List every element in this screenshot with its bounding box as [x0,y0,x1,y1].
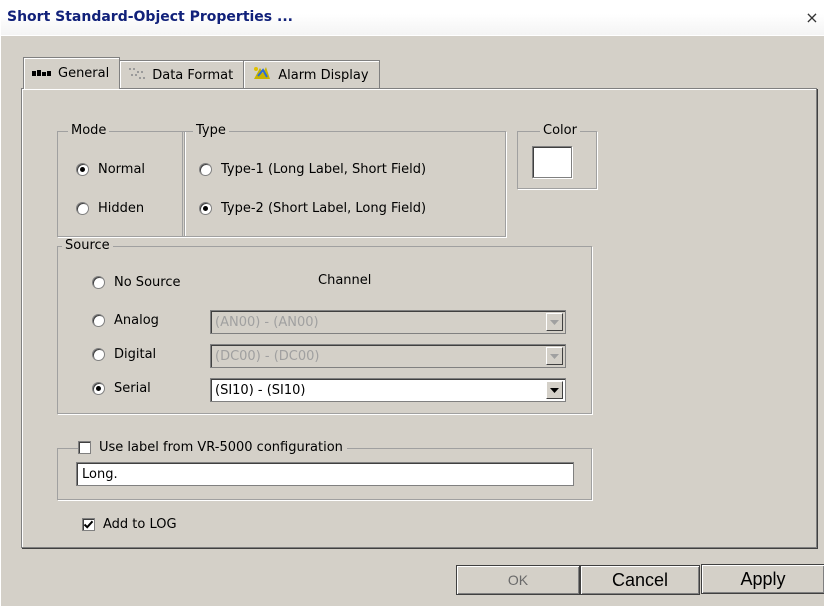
use-label-checkbox-label: Use label from VR-5000 configuration [99,440,343,455]
tab-data-format-label: Data Format [152,67,234,83]
channel-label: Channel [318,273,372,288]
type-2-label: Type-2 (Short Label, Long Field) [221,201,427,216]
chevron-down-icon[interactable] [546,347,563,365]
source-digital-label: Digital [114,347,157,362]
mode-normal-radio[interactable]: Normal [76,162,145,177]
type-2-radio-button[interactable] [199,202,212,215]
tab-general[interactable]: General [23,57,121,89]
apply-button-label: Apply [740,568,786,589]
add-to-log-checkbox[interactable]: Add to LOG [82,517,177,532]
digital-channel-value: (DC00) - (DC00) [215,348,320,364]
color-group: Color [517,123,597,189]
cancel-button[interactable]: Cancel [580,565,700,595]
digital-channel-select[interactable]: (DC00) - (DC00) [210,344,566,368]
label-text-input[interactable] [76,462,574,486]
color-legend: Color [540,123,580,139]
source-analog-label: Analog [114,313,159,328]
add-to-log-label: Add to LOG [103,517,177,532]
mode-group: Mode Normal Hidden [57,123,185,237]
type-group: Type Type-1 (Long Label, Short Field) Ty… [182,123,506,237]
type-1-radio-button[interactable] [199,163,212,176]
analog-channel-select[interactable]: (AN00) - (AN00) [210,310,566,334]
data-format-icon [128,66,146,84]
serial-channel-select[interactable]: (SI10) - (SI10) [210,378,566,402]
source-group: Source Channel No Source Analog (AN00) -… [57,238,592,414]
title-bar: Short Standard-Object Properties ... × [1,0,824,36]
color-swatch[interactable] [532,146,572,178]
type-1-radio[interactable]: Type-1 (Long Label, Short Field) [199,162,426,177]
mode-hidden-radio-button[interactable] [76,202,89,215]
label-group: Use label from VR-5000 configuration [57,440,592,500]
use-label-checkbox[interactable]: Use label from VR-5000 configuration [78,440,347,455]
source-none-radio[interactable]: No Source [92,275,180,290]
check-icon [83,520,94,529]
mode-normal-radio-button[interactable] [76,163,89,176]
chevron-down-icon[interactable] [546,381,563,399]
type-legend: Type [193,123,229,139]
serial-channel-value: (SI10) - (SI10) [215,382,306,398]
source-digital-radio-button[interactable] [92,348,105,361]
type-1-label: Type-1 (Long Label, Short Field) [221,162,427,177]
tab-alarm-display[interactable]: Alarm Display [243,60,380,89]
source-analog-radio-button[interactable] [92,314,105,327]
ok-button[interactable]: OK [456,565,580,595]
source-legend: Source [62,238,113,254]
analog-channel-value: (AN00) - (AN00) [215,314,319,330]
tab-alarm-display-label: Alarm Display [278,67,369,83]
tab-data-format[interactable]: Data Format [119,60,245,89]
properties-dialog: Short Standard-Object Properties ... × G… [0,0,824,606]
mode-legend: Mode [68,123,110,139]
source-serial-label: Serial [114,381,151,396]
source-none-radio-button[interactable] [92,276,105,289]
source-serial-radio[interactable]: Serial [92,381,151,396]
use-label-checkbox-box[interactable] [78,441,91,454]
cancel-button-label: Cancel [611,569,669,590]
apply-button[interactable]: Apply [701,564,824,594]
tab-bar: General Data Format Alarm Display [23,57,380,89]
tab-general-label: General [58,66,110,81]
general-panel: Mode Normal Hidden Type Type-1 (Long Lab… [21,88,817,548]
mode-hidden-radio[interactable]: Hidden [76,201,144,216]
general-tab-icon [32,66,52,81]
ok-button-label: OK [507,572,529,588]
mode-normal-label: Normal [98,162,146,177]
source-none-label: No Source [114,275,181,290]
source-serial-radio-button[interactable] [92,382,105,395]
source-analog-radio[interactable]: Analog [92,313,159,328]
add-to-log-checkbox-box[interactable] [82,518,95,531]
window-title: Short Standard-Object Properties ... [7,9,293,25]
type-2-radio[interactable]: Type-2 (Short Label, Long Field) [199,201,426,216]
source-digital-radio[interactable]: Digital [92,347,156,362]
chevron-down-icon[interactable] [546,313,563,331]
mode-hidden-label: Hidden [98,201,145,216]
alarm-icon [252,65,272,85]
close-icon[interactable]: × [803,9,821,27]
